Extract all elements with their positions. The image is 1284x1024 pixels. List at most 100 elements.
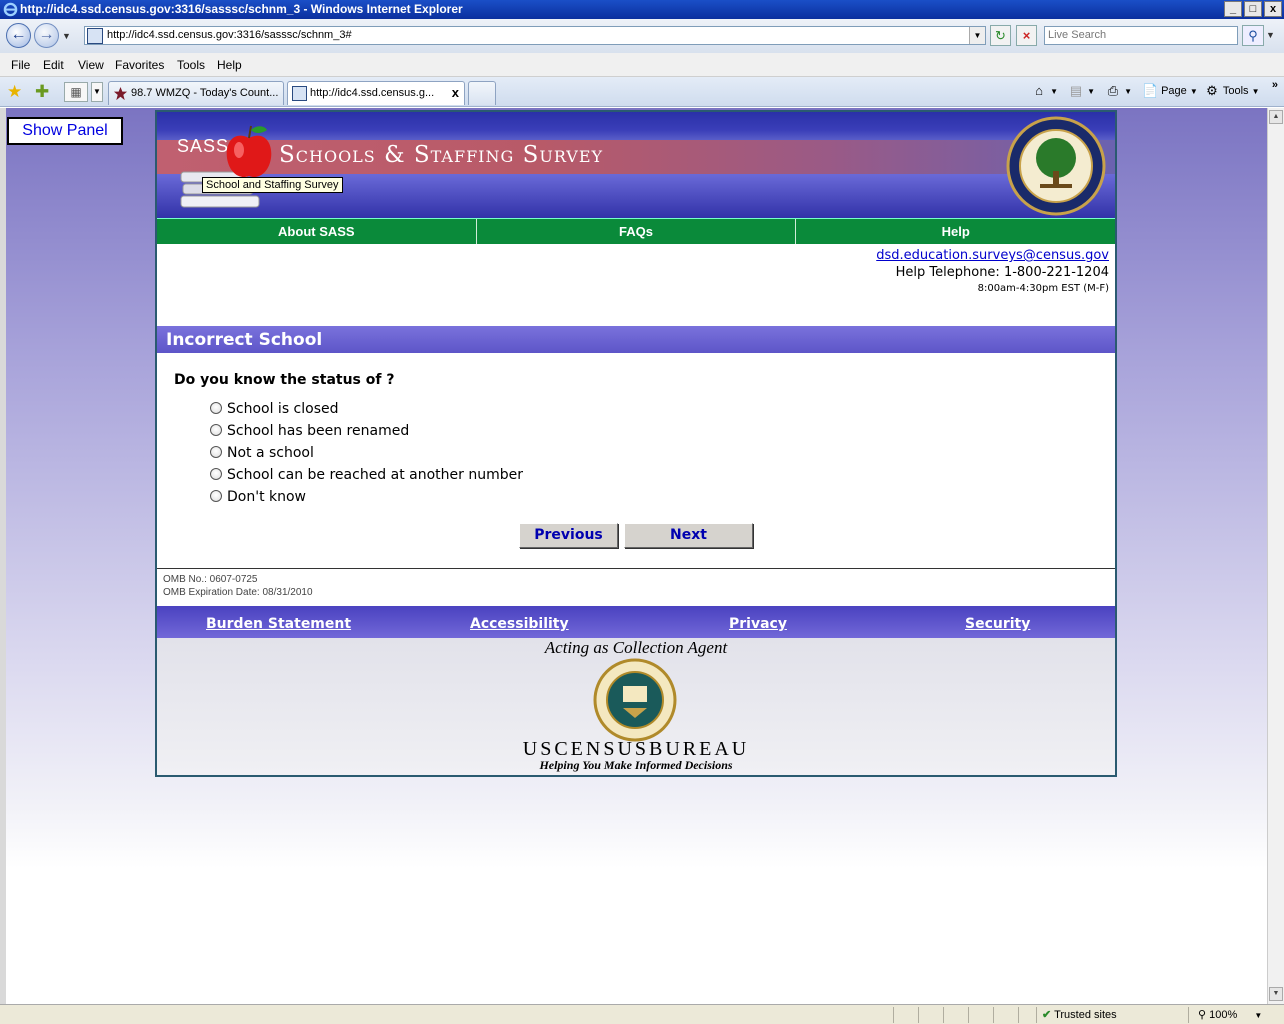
radio-button[interactable] (210, 401, 222, 414)
contact-info: dsd.education.surveys@census.gov Help Te… (876, 248, 1109, 294)
live-search-input[interactable]: Live Search (1044, 26, 1238, 45)
radio-button[interactable] (210, 445, 222, 458)
page-menu-button[interactable]: 📄 Page ▼ (1142, 83, 1198, 99)
home-icon[interactable]: ⌂ ▼ (1031, 83, 1058, 99)
search-options-dropdown-icon[interactable]: ▼ (1266, 30, 1275, 40)
menu-edit[interactable]: Edit (43, 58, 64, 72)
survey-title: Schools & Staffing Survey (279, 142, 604, 168)
tab-bar: ★ ✚ ▦ ▼ 98.7 WMZQ - Today's Count... htt… (0, 77, 1284, 107)
star-favicon-icon (113, 86, 128, 101)
omb-expiration: OMB Expiration Date: 08/31/2010 (163, 587, 313, 598)
option-label: Don't know (227, 489, 307, 505)
option-label: School has been renamed (227, 423, 410, 439)
nav-about-sass[interactable]: About SASS (157, 219, 477, 244)
department-of-education-seal-icon (1006, 116, 1106, 216)
window-title: http://idc4.ssd.census.gov:3316/sasssc/s… (20, 2, 463, 16)
recent-pages-dropdown-icon[interactable]: ▼ (62, 31, 71, 41)
option-not-a-school[interactable]: Not a school (210, 442, 523, 464)
restore-button[interactable]: □ (1244, 1, 1262, 17)
tab-label: http://idc4.ssd.census.g... (310, 87, 435, 99)
option-another-number[interactable]: School can be reached at another number (210, 464, 523, 486)
question-text: Do you know the status of ? (174, 372, 395, 388)
quick-tabs-icon[interactable]: ▦ (64, 82, 88, 102)
option-label: Not a school (227, 445, 314, 461)
forward-button[interactable]: → (34, 23, 59, 48)
section-title: Incorrect School (157, 326, 1115, 353)
next-button[interactable]: Next (624, 523, 753, 548)
scroll-up-icon[interactable]: ▲ (1269, 110, 1283, 124)
stop-button[interactable]: × (1016, 25, 1037, 46)
tab-label: 98.7 WMZQ - Today's Count... (131, 87, 279, 99)
close-tab-icon[interactable]: x (452, 85, 459, 100)
more-commands-icon[interactable]: » (1272, 79, 1278, 91)
checkmark-icon: ✔ (1042, 1009, 1052, 1021)
ie-logo-icon (3, 2, 18, 17)
collection-agent-text: Acting as Collection Agent (544, 638, 728, 657)
security-link[interactable]: Security (965, 616, 1030, 632)
option-label: School is closed (227, 401, 339, 417)
site-favicon-icon (87, 28, 103, 44)
radio-button[interactable] (210, 489, 222, 502)
zoom-dropdown-icon[interactable]: ▼ (1254, 1011, 1262, 1020)
close-window-button[interactable]: x (1264, 1, 1282, 17)
footer-links: Burden Statement Accessibility Privacy S… (157, 606, 1115, 638)
previous-button[interactable]: Previous (519, 523, 618, 548)
support-email-link[interactable]: dsd.education.surveys@census.gov (876, 248, 1109, 263)
sass-banner: SASS Schools & Staffing Survey School an… (157, 112, 1115, 218)
zoom-icon: ⚲ (1198, 1009, 1207, 1021)
address-bar[interactable]: http://idc4.ssd.census.gov:3316/sasssc/s… (84, 26, 986, 45)
menu-bar: File Edit View Favorites Tools Help (0, 53, 1284, 77)
apple-icon (226, 125, 272, 178)
omb-number: OMB No.: 0607-0725 (163, 574, 258, 585)
menu-file[interactable]: File (11, 58, 30, 72)
new-tab-button[interactable] (468, 81, 496, 105)
burden-statement-link[interactable]: Burden Statement (206, 616, 351, 632)
census-bureau-footer: Acting as Collection Agent USCENSUSBUREA… (157, 638, 1115, 775)
radio-button[interactable] (210, 423, 222, 436)
scroll-down-icon[interactable]: ▼ (1269, 987, 1283, 1001)
menu-favorites[interactable]: Favorites (115, 58, 164, 72)
add-favorite-icon[interactable]: ✚ (35, 82, 49, 102)
tab-census-survey[interactable]: http://idc4.ssd.census.g... x (287, 81, 465, 105)
top-navigation: About SASS FAQs Help (157, 218, 1115, 244)
address-dropdown-icon[interactable]: ▼ (969, 27, 985, 44)
address-url[interactable]: http://idc4.ssd.census.gov:3316/sasssc/s… (107, 29, 352, 41)
omb-info: OMB No.: 0607-0725 OMB Expiration Date: … (157, 568, 1115, 606)
nav-faqs[interactable]: FAQs (477, 219, 797, 244)
census-bureau-seal-icon (593, 658, 677, 742)
privacy-link[interactable]: Privacy (729, 616, 787, 632)
sass-abbreviation: SASS (177, 136, 230, 156)
radio-button[interactable] (210, 467, 222, 480)
option-label: School can be reached at another number (227, 467, 523, 483)
option-dont-know[interactable]: Don't know (210, 486, 523, 508)
tab-list-dropdown-icon[interactable]: ▼ (91, 82, 103, 102)
census-tagline: Helping You Make Informed Decisions (539, 758, 733, 772)
vertical-scrollbar[interactable]: ▲ ▼ (1267, 108, 1284, 1004)
zoom-level[interactable]: ⚲ 100% ▼ (1198, 1008, 1262, 1021)
back-button[interactable]: ← (6, 23, 31, 48)
nav-help[interactable]: Help (796, 219, 1115, 244)
minimize-button[interactable]: _ (1224, 1, 1242, 17)
menu-view[interactable]: View (78, 58, 104, 72)
survey-page: SASS Schools & Staffing Survey School an… (155, 110, 1117, 777)
print-icon[interactable]: ⎙ ▼ (1105, 83, 1132, 99)
help-telephone: Help Telephone: 1-800-221-1204 (895, 265, 1109, 280)
status-bar: ✔ Trusted sites ⚲ 100% ▼ (0, 1004, 1284, 1024)
tools-menu-button[interactable]: ⚙ Tools ▼ (1204, 83, 1259, 99)
banner-tooltip: School and Staffing Survey (202, 177, 343, 193)
window-titlebar: http://idc4.ssd.census.gov:3316/sasssc/s… (0, 0, 1284, 19)
security-zone[interactable]: ✔ Trusted sites (1042, 1008, 1117, 1021)
search-icon[interactable]: ⚲ (1242, 25, 1264, 46)
tab-wmzq[interactable]: 98.7 WMZQ - Today's Count... (108, 81, 284, 105)
option-school-renamed[interactable]: School has been renamed (210, 420, 523, 442)
refresh-button[interactable]: ↻ (990, 25, 1011, 46)
gear-icon: ⚙ (1206, 83, 1218, 98)
feeds-icon[interactable]: ▤ ▼ (1068, 83, 1095, 99)
option-school-closed[interactable]: School is closed (210, 398, 523, 420)
help-hours: 8:00am-4:30pm EST (M-F) (977, 283, 1109, 294)
menu-tools[interactable]: Tools (177, 58, 205, 72)
menu-help[interactable]: Help (217, 58, 242, 72)
favorites-star-icon[interactable]: ★ (7, 82, 22, 102)
show-panel-button[interactable]: Show Panel (7, 117, 123, 145)
accessibility-link[interactable]: Accessibility (470, 616, 569, 632)
